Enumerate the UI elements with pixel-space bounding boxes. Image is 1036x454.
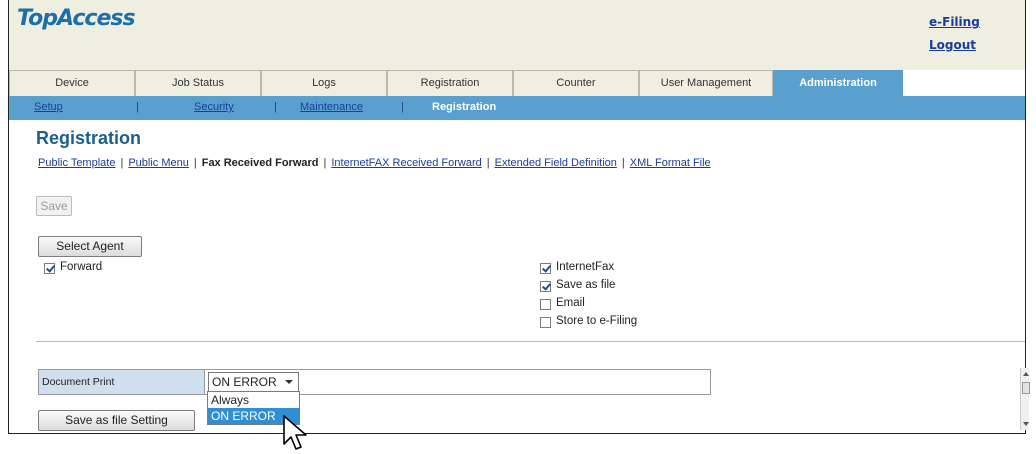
breadcrumb-fax-received-forward: Fax Received Forward: [201, 157, 319, 169]
option-always[interactable]: Always: [208, 392, 299, 408]
save-as-file-setting-button[interactable]: Save as file Setting: [38, 410, 195, 431]
scrollbar[interactable]: [1020, 368, 1030, 430]
breadcrumb-separator: |: [323, 157, 327, 169]
document-print-label: Document Print: [39, 370, 205, 394]
tab-device[interactable]: Device: [9, 70, 135, 96]
save-as-file-label: Save as file: [556, 279, 616, 291]
document-print-select[interactable]: ON ERROR: [208, 372, 299, 392]
subnav-registration: Registration: [432, 101, 497, 113]
save-as-file-checkbox[interactable]: [540, 281, 551, 292]
breadcrumb-separator: |: [120, 157, 124, 169]
subnav-separator: |: [136, 101, 139, 113]
breadcrumb: Public Template | Public Menu | Fax Received…: [38, 157, 711, 169]
tab-job-status[interactable]: Job Status: [135, 70, 261, 96]
breadcrumb-separator: |: [193, 157, 197, 169]
breadcrumb-extended-field-definition[interactable]: Extended Field Definition: [495, 157, 617, 169]
subnav-separator: |: [274, 101, 277, 113]
breadcrumb-internetfax-received-forward[interactable]: InternetFAX Received Forward: [331, 157, 481, 169]
section-divider: [36, 341, 1025, 342]
scroll-up-icon[interactable]: [1023, 372, 1029, 376]
header-band: TopAccess e-Filing Logout: [9, 0, 1025, 70]
main-tabs: Device Job Status Logs Registration Coun…: [9, 70, 1025, 96]
store-to-efiling-label: Store to e-Filing: [556, 315, 638, 327]
app-logo: TopAccess: [17, 6, 136, 31]
internetfax-checkbox[interactable]: [540, 263, 551, 274]
page-frame: TopAccess e-Filing Logout Device Job Sta…: [8, 0, 1026, 434]
subnav-maintenance[interactable]: Maintenance: [300, 101, 363, 113]
sub-navigation: Setup | Security | Maintenance | Registr…: [9, 96, 1025, 120]
scrollbar-thumb[interactable]: [1022, 382, 1030, 394]
breadcrumb-separator: |: [486, 157, 490, 169]
dropdown-caret-icon: [285, 380, 293, 384]
tab-registration[interactable]: Registration: [387, 70, 513, 96]
select-agent-button[interactable]: Select Agent: [38, 236, 142, 257]
tab-administration[interactable]: Administration: [773, 70, 903, 96]
save-button[interactable]: Save: [36, 196, 72, 216]
breadcrumb-public-menu[interactable]: Public Menu: [128, 157, 189, 169]
subnav-setup[interactable]: Setup: [34, 101, 63, 113]
breadcrumb-public-template[interactable]: Public Template: [38, 157, 115, 169]
breadcrumb-xml-format-file[interactable]: XML Format File: [630, 157, 711, 169]
document-print-row: Document Print: [38, 369, 711, 395]
store-to-efiling-checkbox[interactable]: [540, 317, 551, 328]
breadcrumb-separator: |: [621, 157, 625, 169]
subnav-security[interactable]: Security: [194, 101, 234, 113]
page-title: Registration: [36, 128, 142, 148]
subnav-separator: |: [401, 101, 404, 113]
tab-logs[interactable]: Logs: [261, 70, 387, 96]
mouse-pointer-icon: [283, 415, 307, 450]
logout-link[interactable]: Logout: [929, 38, 976, 52]
scroll-down-icon[interactable]: [1023, 422, 1029, 426]
internetfax-label: InternetFax: [556, 261, 615, 273]
email-label: Email: [556, 297, 585, 309]
efiling-link[interactable]: e-Filing: [929, 15, 980, 29]
forward-checkbox[interactable]: [44, 263, 55, 274]
forward-label: Forward: [60, 261, 103, 273]
tab-counter[interactable]: Counter: [513, 70, 639, 96]
email-checkbox[interactable]: [540, 299, 551, 310]
tab-user-management[interactable]: User Management: [639, 70, 773, 96]
document-print-selected-value: ON ERROR: [212, 375, 277, 389]
